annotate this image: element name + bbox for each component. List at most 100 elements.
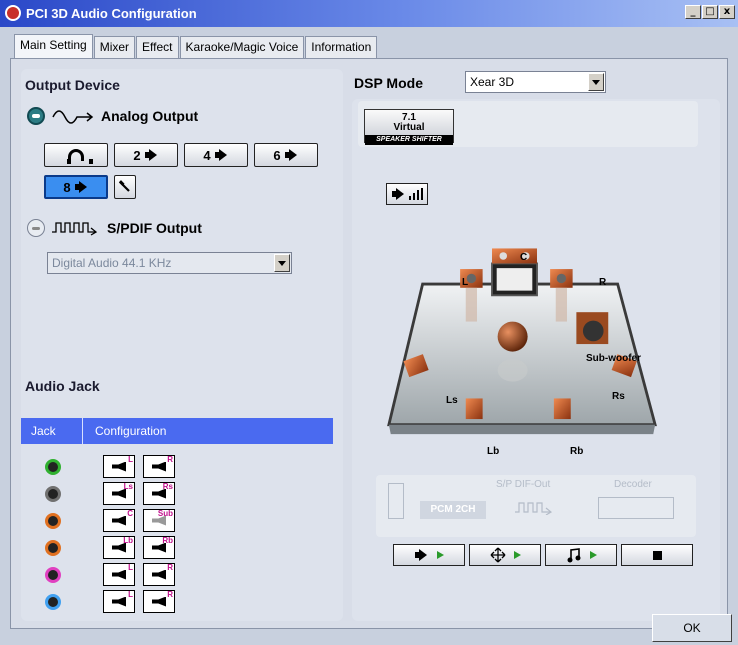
stop-icon: [652, 550, 662, 560]
app-icon: [5, 5, 21, 21]
listener-ball: [497, 321, 528, 352]
speaker-icon: [391, 188, 406, 200]
window-title: PCI 3D Audio Configuration: [26, 6, 197, 21]
play-icon: [513, 551, 521, 559]
dsp-mode-title: DSP Mode: [354, 75, 423, 91]
speaker-6-label: 6: [273, 147, 281, 163]
decoder-device-icon: [598, 497, 674, 519]
jack-pink: [45, 567, 61, 583]
speaker-room-diagram: [387, 248, 657, 435]
speaker-icon: [144, 149, 159, 161]
center-speaker: [492, 248, 537, 264]
jack-gray: [45, 486, 61, 502]
minimize-button[interactable]: _: [685, 5, 701, 19]
speaker-icon: [74, 181, 89, 193]
main-setting-panel: Output Device Analog Output 2 4 6 8 S/PD…: [10, 58, 728, 629]
virtual-sub-label: SPEAKER SHIFTER: [365, 135, 453, 145]
jack-config-button[interactable]: Rs: [143, 482, 175, 505]
speaker-icon: [414, 549, 429, 561]
jack-orange: [45, 540, 61, 556]
stop-button[interactable]: [621, 544, 693, 566]
room-floor-edge: [388, 424, 656, 435]
pc-tower-icon: [388, 483, 404, 519]
jack-config-button[interactable]: L: [103, 455, 135, 478]
label-side-right: Rs: [612, 391, 625, 402]
analog-output-row: Analog Output: [27, 107, 198, 125]
volume-bars-icon: [408, 188, 423, 200]
chevron-down-icon: [274, 254, 290, 272]
jack-config-button[interactable]: Lb: [103, 536, 135, 559]
speaker-icon: [284, 149, 299, 161]
music-note-icon: [567, 548, 580, 563]
jack-config-button[interactable]: Ls: [103, 482, 135, 505]
analog-wave-icon: [52, 110, 94, 124]
label-subwoofer: Sub-woofer: [586, 353, 641, 364]
speaker-4-button[interactable]: 4: [184, 143, 248, 167]
tab-main-setting[interactable]: Main Setting: [14, 34, 93, 58]
dsp-mode-value: Xear 3D: [470, 75, 515, 89]
jack-config-button[interactable]: C: [103, 509, 135, 532]
window-client: Main Setting Mixer Effect Karaoke/Magic …: [0, 27, 738, 645]
tab-strip: Main Setting Mixer Effect Karaoke/Magic …: [14, 34, 378, 58]
jack-config-button[interactable]: R: [143, 563, 175, 586]
maximize-button[interactable]: □: [702, 5, 718, 19]
back-right-speaker: [553, 398, 571, 420]
digital-wave-icon: [52, 222, 98, 236]
jack-config-button[interactable]: L: [103, 563, 135, 586]
dsp-mode-select[interactable]: Xear 3D: [465, 71, 606, 93]
rotate-icon: [490, 547, 505, 563]
speaker-icon: [214, 149, 229, 161]
monitor-screen: [496, 268, 533, 291]
music-play-button[interactable]: [545, 544, 617, 566]
jack-orange: [45, 513, 61, 529]
jack-column-header: Jack: [21, 418, 83, 444]
label-front-left: L: [462, 277, 469, 288]
analog-output-label: Analog Output: [101, 108, 199, 124]
jack-config-button[interactable]: R: [143, 455, 175, 478]
speaker-2-label: 2: [133, 147, 141, 163]
output-device-title: Output Device: [25, 77, 120, 93]
decoder-label: Decoder: [614, 479, 652, 490]
spdif-output-label: S/PDIF Output: [107, 220, 202, 236]
window-controls: _ □ x: [685, 5, 735, 19]
speaker-8-label: 8: [63, 179, 71, 195]
ok-button[interactable]: OK: [652, 614, 732, 642]
jack-table-header: Jack Configuration: [21, 418, 333, 444]
speaker-6-button[interactable]: 6: [254, 143, 318, 167]
jack-config-button[interactable]: Sub: [143, 509, 175, 532]
decoder-strip: PCM 2CH S/P DIF-Out Decoder: [376, 475, 696, 537]
headphone-icon: [67, 149, 93, 164]
title-bar: PCI 3D Audio Configuration _ □ x: [0, 0, 738, 27]
analog-output-radio[interactable]: [27, 107, 45, 125]
tab-effect[interactable]: Effect: [136, 36, 179, 58]
label-front-right: R: [599, 277, 607, 288]
tab-mixer[interactable]: Mixer: [93, 36, 136, 58]
speaker-2-button[interactable]: 2: [114, 143, 178, 167]
speaker-4-label: 4: [203, 147, 211, 163]
speaker-8-button[interactable]: 8: [44, 175, 108, 199]
close-button[interactable]: x: [719, 5, 735, 19]
jack-config-button[interactable]: Rb: [143, 536, 175, 559]
spdif-output-row: S/PDIF Output: [27, 219, 202, 237]
speaker-test-play-button[interactable]: [393, 544, 465, 566]
headphone-button[interactable]: [44, 143, 108, 167]
speaker-test-button[interactable]: [114, 175, 136, 199]
play-icon: [589, 551, 597, 559]
label-back-right: Rb: [570, 446, 584, 457]
jack-config-button[interactable]: L: [103, 590, 135, 613]
rotate-play-button[interactable]: [469, 544, 541, 566]
virtual-speaker-shifter-button[interactable]: 7.1 Virtual SPEAKER SHIFTER: [364, 109, 454, 145]
spdif-format-value: Digital Audio 44.1 KHz: [52, 256, 172, 270]
audio-jack-title: Audio Jack: [25, 378, 100, 394]
jack-blue: [45, 594, 61, 610]
label-center: C: [520, 252, 528, 263]
hammer-icon: [118, 180, 130, 192]
tab-karaoke[interactable]: Karaoke/Magic Voice: [179, 36, 305, 58]
volume-level-button[interactable]: [386, 183, 428, 205]
label-back-left: Lb: [487, 446, 500, 457]
configuration-column-header: Configuration: [95, 424, 167, 438]
jack-config-button[interactable]: R: [143, 590, 175, 613]
spdif-format-select[interactable]: Digital Audio 44.1 KHz: [47, 252, 292, 274]
spdif-output-radio[interactable]: [27, 219, 45, 237]
tab-information[interactable]: Information: [305, 36, 378, 58]
